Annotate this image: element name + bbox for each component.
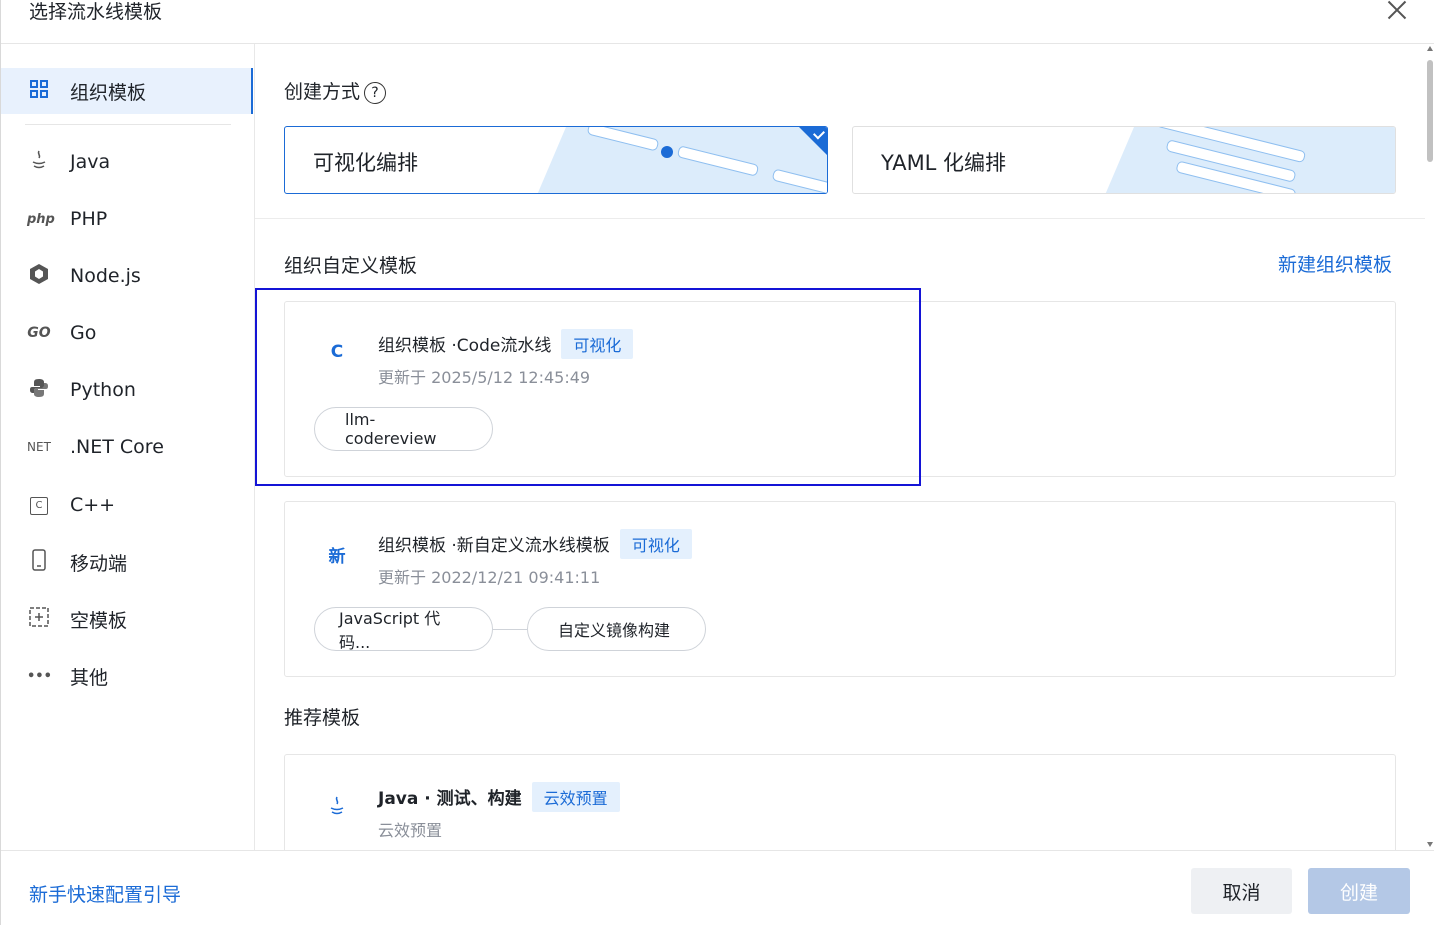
scroll-thumb[interactable] [1427, 60, 1433, 162]
java-icon [27, 149, 51, 175]
visual-illustration [537, 127, 827, 193]
template-source: 云效预置 [378, 821, 443, 840]
dialog-footer: 新手快速配置引导 取消 创建 [1, 850, 1434, 926]
sidebar-item-mobile[interactable]: 移动端 [1, 539, 253, 585]
template-name-row: 组织模板 ·新自定义流水线模板 可视化 [378, 529, 692, 559]
sidebar-item-label: .NET Core [70, 436, 164, 458]
sidebar-item-dotnet[interactable]: NET .NET Core [1, 424, 253, 470]
template-name: 组织模板 ·新自定义流水线模板 [378, 536, 610, 556]
sidebar-item-python[interactable]: Python [1, 367, 253, 413]
template-card-code-pipeline[interactable]: C 组织模板 ·Code流水线 可视化 更新于 2025/5/12 12:45:4… [284, 301, 1396, 477]
template-updated: 更新于 2022/12/21 09:41:11 [378, 568, 601, 587]
pipeline-step-javascript[interactable]: JavaScript 代码... [314, 607, 493, 652]
main-scrollbar[interactable] [1425, 44, 1434, 850]
sidebar: 组织模板 Java php PHP Node.js GO Go Python N… [1, 44, 255, 850]
python-icon [27, 378, 51, 402]
grid-icon [27, 79, 51, 103]
template-badge: 云效预置 [531, 782, 620, 812]
illustration-bar [586, 127, 660, 152]
template-updated: 更新于 2025/5/12 12:45:49 [378, 368, 591, 387]
empty-template-icon [27, 606, 51, 632]
pipeline-step-custom-image-build[interactable]: 自定义镜像构建 [527, 607, 706, 651]
nodejs-icon [27, 263, 51, 289]
go-icon: GO [27, 325, 51, 341]
sidebar-item-empty-template[interactable]: 空模板 [1, 596, 253, 642]
sidebar-item-label: Node.js [70, 265, 141, 287]
cpp-icon: C [27, 496, 51, 515]
create-mode-text: 创建方式 [284, 81, 361, 103]
mobile-icon [27, 549, 51, 575]
template-avatar: C [330, 342, 344, 362]
scroll-up-icon[interactable] [1427, 46, 1433, 51]
quick-setup-guide-link[interactable]: 新手快速配置引导 [29, 880, 181, 907]
org-templates-heading: 组织自定义模板 [284, 255, 418, 277]
mode-label: 可视化编排 [313, 151, 418, 175]
sidebar-item-label: 空模板 [70, 609, 128, 632]
sidebar-item-java[interactable]: Java [1, 139, 253, 185]
recommended-heading: 推荐模板 [284, 707, 361, 729]
cancel-button[interactable]: 取消 [1191, 868, 1292, 914]
sidebar-item-org-templates[interactable]: 组织模板 [1, 68, 253, 114]
create-mode-label: 创建方式? [284, 77, 387, 104]
step-connector [493, 629, 527, 630]
more-icon: ••• [27, 668, 52, 684]
new-org-template-link[interactable]: 新建组织模板 [1278, 250, 1392, 277]
help-icon[interactable]: ? [364, 81, 387, 104]
template-name: Java · 测试、构建 [378, 789, 522, 809]
sidebar-item-label: Go [70, 322, 97, 344]
illustration-bar [676, 145, 760, 177]
sidebar-item-other[interactable]: ••• 其他 [1, 653, 253, 699]
dialog-title: 选择流水线模板 [29, 1, 163, 23]
cpp-icon-glyph: C [30, 496, 48, 515]
sidebar-item-nodejs[interactable]: Node.js [1, 253, 253, 299]
sidebar-item-label: 移动端 [70, 552, 128, 575]
sidebar-divider [25, 124, 231, 125]
php-icon: php [27, 211, 55, 227]
illustration-bar [771, 168, 827, 193]
sidebar-item-label: 组织模板 [70, 81, 147, 104]
create-button[interactable]: 创建 [1308, 868, 1410, 914]
sidebar-item-php[interactable]: php PHP [1, 196, 253, 242]
dotnet-icon: NET [27, 440, 51, 454]
template-card-custom-pipeline[interactable]: 新 组织模板 ·新自定义流水线模板 可视化 更新于 2022/12/21 09:4… [284, 501, 1396, 677]
java-icon [325, 795, 349, 822]
pipeline-step-llm-codereview[interactable]: llm-codereview [314, 407, 493, 451]
template-name-row: 组织模板 ·Code流水线 可视化 [378, 329, 634, 359]
sidebar-item-label: Python [70, 379, 136, 401]
sidebar-item-label: PHP [70, 208, 108, 230]
scroll-down-icon[interactable] [1427, 842, 1433, 847]
template-avatar: 新 [328, 547, 346, 567]
template-badge: 可视化 [561, 329, 634, 359]
pipeline-template-dialog: 选择流水线模板 组织模板 Java php PHP Node.js GO Go … [0, 0, 1434, 925]
sidebar-item-go[interactable]: GO Go [1, 310, 253, 356]
mode-yaml-orchestration[interactable]: YAML 化编排 [852, 126, 1396, 194]
template-name: 组织模板 ·Code流水线 [378, 336, 552, 356]
sidebar-item-cpp[interactable]: C C++ [1, 482, 253, 528]
selected-check-icon [799, 127, 827, 155]
template-badge: 可视化 [619, 529, 692, 559]
template-card-java-test-build[interactable]: Java · 测试、构建 云效预置 云效预置 [284, 754, 1396, 850]
close-icon[interactable] [1385, 0, 1409, 22]
template-name-row: Java · 测试、构建 云效预置 [378, 782, 620, 812]
section-divider [255, 218, 1425, 219]
yaml-illustration [1105, 127, 1395, 193]
dialog-header: 选择流水线模板 [1, 0, 1434, 44]
sidebar-item-label: C++ [70, 494, 116, 516]
main-panel: 创建方式? 可视化编排 YAML 化编排 组织自定义模板 新建组织模板 C 组织… [255, 44, 1425, 850]
sidebar-item-label: 其他 [70, 666, 109, 689]
mode-label: YAML 化编排 [881, 151, 1007, 175]
sidebar-item-label: Java [70, 151, 111, 173]
illustration-node [661, 146, 673, 158]
mode-visual-orchestration[interactable]: 可视化编排 [284, 126, 828, 194]
